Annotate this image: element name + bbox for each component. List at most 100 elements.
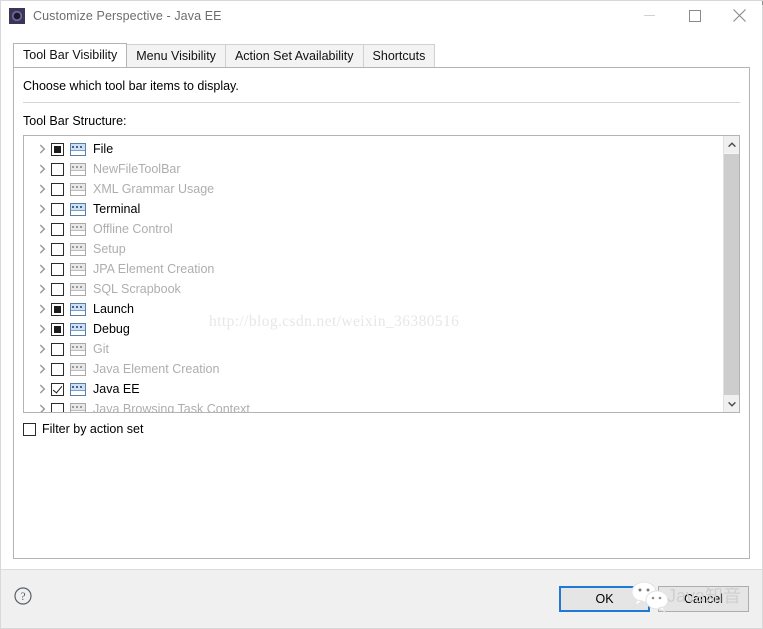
tree-row-checkbox[interactable]: [51, 282, 64, 296]
tree-row-checkbox[interactable]: [51, 142, 64, 156]
scrollbar-thumb[interactable]: [724, 154, 739, 412]
tree-row[interactable]: Terminal: [24, 199, 723, 219]
close-button[interactable]: [717, 1, 762, 30]
chevron-right-icon[interactable]: [34, 341, 50, 357]
tree-row-label: Setup: [93, 242, 126, 256]
tool-bar-icon: [70, 302, 86, 316]
tool-bar-icon: [70, 282, 86, 296]
tree-row[interactable]: Git: [24, 339, 723, 359]
tree-row[interactable]: File: [24, 139, 723, 159]
tree-row[interactable]: Java Browsing Task Context: [24, 399, 723, 412]
chevron-right-icon[interactable]: [34, 201, 50, 217]
tree-row-label: Git: [93, 342, 109, 356]
tab-tool-bar-visibility[interactable]: Tool Bar Visibility: [13, 43, 128, 67]
tool-bar-icon: [70, 142, 86, 156]
tree-row-label: Java Browsing Task Context: [93, 402, 250, 412]
chevron-right-icon[interactable]: [34, 141, 50, 157]
tool-bar-icon: [70, 242, 86, 256]
tree-row-checkbox[interactable]: [51, 382, 64, 396]
tab-action-set-availability[interactable]: Action Set Availability: [224, 44, 364, 67]
tree-row-label: Java EE: [93, 382, 140, 396]
tool-bar-structure-tree: File NewFileToolBar XML Grammar Usage Termi…: [23, 135, 740, 413]
chevron-right-icon[interactable]: [34, 381, 50, 397]
tree-row-label: File: [93, 142, 114, 156]
help-question-icon[interactable]: ?: [14, 587, 32, 605]
tree-row-label: XML Grammar Usage: [93, 182, 215, 196]
tab-menu-visibility[interactable]: Menu Visibility: [126, 44, 226, 67]
tree-row[interactable]: JPA Element Creation: [24, 259, 723, 279]
maximize-icon: [688, 9, 701, 22]
chevron-right-icon[interactable]: [34, 221, 50, 237]
tree-row-checkbox[interactable]: [51, 242, 64, 256]
tool-bar-icon: [70, 182, 86, 196]
tree-row[interactable]: Launch: [24, 299, 723, 319]
tool-bar-icon: [70, 222, 86, 236]
tree-row-checkbox[interactable]: [51, 222, 64, 236]
minimize-button[interactable]: [627, 1, 672, 30]
tree-row[interactable]: Java EE: [24, 379, 723, 399]
chevron-right-icon[interactable]: [34, 261, 50, 277]
customize-perspective-dialog: Customize Perspective - Java EE Tool Bar…: [0, 0, 763, 629]
tree-row[interactable]: Setup: [24, 239, 723, 259]
panel-description: Choose which tool bar items to display.: [23, 79, 239, 93]
tree-row-checkbox[interactable]: [51, 302, 64, 316]
tree-row-checkbox[interactable]: [51, 262, 64, 276]
tree-row-checkbox[interactable]: [51, 202, 64, 216]
tool-bar-icon: [70, 322, 86, 336]
filter-by-action-set-label: Filter by action set: [42, 422, 144, 436]
chevron-right-icon[interactable]: [34, 321, 50, 337]
filter-by-action-set-checkbox[interactable]: [23, 422, 36, 436]
tool-bar-icon: [70, 262, 86, 276]
tab-shortcuts[interactable]: Shortcuts: [362, 44, 436, 67]
tool-bar-icon: [70, 362, 86, 376]
tree-row-label: Debug: [93, 322, 130, 336]
tree-row[interactable]: Debug: [24, 319, 723, 339]
window-controls: [627, 1, 762, 30]
tree-row-checkbox[interactable]: [51, 362, 64, 376]
tree-row-label: Terminal: [93, 202, 141, 216]
tree-row-checkbox[interactable]: [51, 182, 64, 196]
tree-row-checkbox[interactable]: [51, 342, 64, 356]
cancel-button[interactable]: Cancel: [658, 586, 749, 612]
chevron-right-icon[interactable]: [34, 401, 50, 412]
ok-button[interactable]: OK: [559, 586, 650, 612]
tree-row[interactable]: SQL Scrapbook: [24, 279, 723, 299]
chevron-right-icon[interactable]: [34, 181, 50, 197]
chevron-right-icon[interactable]: [34, 361, 50, 377]
window-title: Customize Perspective - Java EE: [33, 9, 222, 23]
tool-bar-icon: [70, 202, 86, 216]
tree-rows-container: File NewFileToolBar XML Grammar Usage Termi…: [24, 136, 723, 412]
tree-row-label: JPA Element Creation: [93, 262, 215, 276]
tree-row[interactable]: Offline Control: [24, 219, 723, 239]
tree-row-checkbox[interactable]: [51, 322, 64, 336]
tool-bar-icon: [70, 342, 86, 356]
chevron-right-icon[interactable]: [34, 241, 50, 257]
tree-row-label: Launch: [93, 302, 135, 316]
tree-row-label: Java Element Creation: [93, 362, 220, 376]
tree-row-checkbox[interactable]: [51, 162, 64, 176]
tree-row[interactable]: XML Grammar Usage: [24, 179, 723, 199]
tree-row-checkbox[interactable]: [51, 402, 64, 412]
perspective-gear-icon: [9, 8, 25, 24]
tab-panel-tool-bar-visibility: Choose which tool bar items to display. …: [13, 67, 750, 559]
chevron-right-icon[interactable]: [34, 281, 50, 297]
scroll-up-arrow-icon[interactable]: [724, 136, 739, 153]
tree-row-label: SQL Scrapbook: [93, 282, 181, 296]
title-bar: Customize Perspective - Java EE: [1, 1, 762, 31]
maximize-button[interactable]: [672, 1, 717, 30]
tree-row-label: Offline Control: [93, 222, 173, 236]
dialog-footer: ? OK Cancel: [1, 569, 762, 628]
description-separator: [23, 102, 740, 103]
chevron-right-icon[interactable]: [34, 161, 50, 177]
tree-vertical-scrollbar[interactable]: [723, 136, 739, 412]
tool-bar-icon: [70, 382, 86, 396]
svg-text:?: ?: [20, 591, 25, 603]
filter-by-action-set-row[interactable]: Filter by action set: [23, 422, 740, 436]
tool-bar-icon: [70, 162, 86, 176]
chevron-right-icon[interactable]: [34, 301, 50, 317]
tree-row-label: NewFileToolBar: [93, 162, 181, 176]
scroll-down-arrow-icon[interactable]: [724, 395, 739, 412]
minimize-icon: [644, 15, 655, 16]
tree-row[interactable]: Java Element Creation: [24, 359, 723, 379]
tree-row[interactable]: NewFileToolBar: [24, 159, 723, 179]
